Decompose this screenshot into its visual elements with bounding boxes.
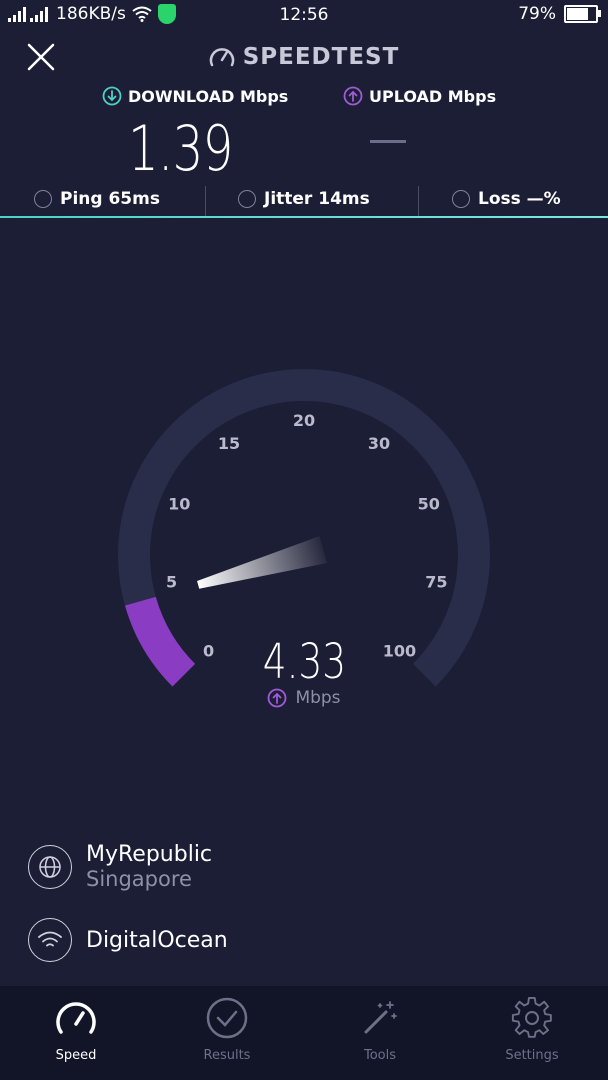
gauge-tick-label: 30 — [368, 434, 390, 453]
jitter-stat: Jitter 14ms — [238, 189, 370, 209]
globe-icon — [28, 844, 72, 889]
provider-location: Singapore — [86, 867, 192, 891]
status-right: 79% — [518, 4, 601, 24]
gauge-tick-label: 15 — [218, 434, 240, 453]
provider-info[interactable]: MyRepublic Singapore — [28, 842, 212, 891]
battery-percent: 79% — [518, 4, 556, 24]
app-title-text: SPEEDTEST — [242, 44, 400, 70]
jitter-icon — [238, 190, 256, 208]
upload-value-placeholder — [370, 140, 406, 143]
nav-settings[interactable]: Settings — [472, 996, 592, 1063]
stats-row: Ping 65ms Jitter 14ms Loss —% — [0, 186, 608, 216]
gauge-tick-label: 75 — [425, 572, 447, 591]
app-title: SPEEDTEST — [0, 44, 608, 73]
wifi-icon — [28, 918, 72, 962]
upload-arrow-icon — [343, 86, 363, 106]
gauge-value: 4.33 — [262, 634, 346, 690]
status-bar: 186KB/s 12:56 79% — [0, 0, 608, 32]
gauge-tick-label: 50 — [418, 494, 440, 513]
download-arrow-icon — [102, 86, 122, 106]
ping-icon — [34, 190, 52, 208]
magic-wand-icon — [320, 996, 440, 1040]
divider — [418, 186, 419, 216]
host-info[interactable]: DigitalOcean — [28, 918, 228, 962]
loss-icon — [452, 190, 470, 208]
gauge-unit: Mbps — [0, 688, 608, 708]
gauge-tick-label: 5 — [166, 572, 177, 591]
ping-stat: Ping 65ms — [34, 189, 160, 209]
upload-label: UPLOAD Mbps — [343, 86, 496, 106]
loss-stat: Loss —% — [452, 189, 561, 209]
speedometer-icon — [16, 996, 136, 1040]
divider — [205, 186, 206, 216]
gear-icon — [472, 996, 592, 1040]
battery-icon — [564, 5, 601, 23]
speedometer-icon — [209, 45, 235, 73]
provider-name: MyRepublic — [86, 842, 213, 867]
gauge-tick-label: 20 — [293, 411, 315, 430]
download-value: 1.39 — [128, 112, 233, 185]
upload-arrow-icon — [268, 688, 287, 708]
download-label: DOWNLOAD Mbps — [102, 86, 288, 106]
nav-tools[interactable]: Tools — [320, 996, 440, 1063]
bottom-nav: Speed Results Tools Settings — [0, 986, 608, 1080]
progress-underline — [0, 216, 608, 218]
nav-results[interactable]: Results — [167, 996, 287, 1063]
gauge-needle — [197, 536, 328, 589]
checkmark-circle-icon — [167, 996, 287, 1040]
host-name: DigitalOcean — [86, 927, 228, 953]
gauge-tick-label: 10 — [168, 494, 190, 513]
nav-speed[interactable]: Speed — [16, 996, 136, 1063]
clock: 12:56 — [279, 5, 329, 25]
